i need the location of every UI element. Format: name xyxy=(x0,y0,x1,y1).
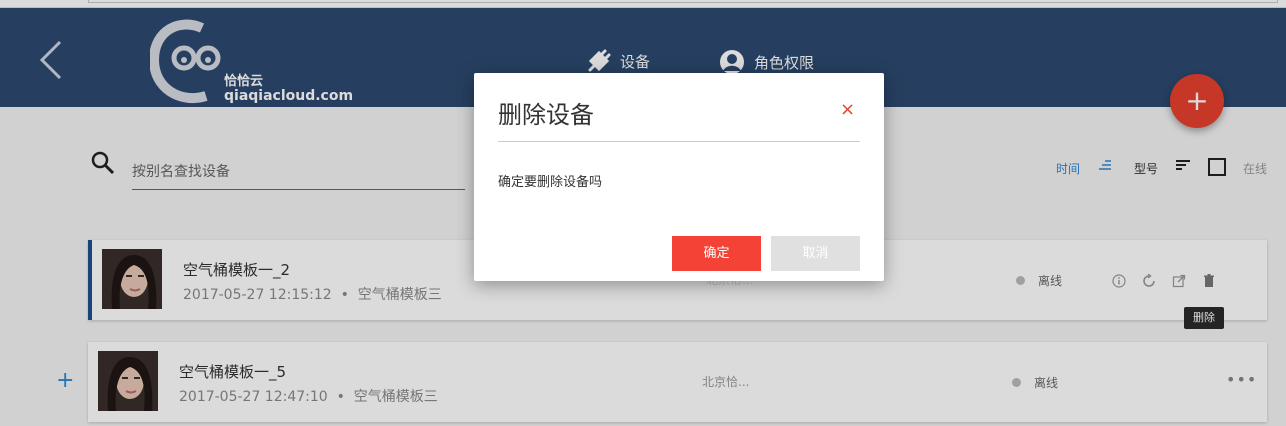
dialog-title: 删除设备 xyxy=(498,101,594,129)
dialog-message: 确定要删除设备吗 xyxy=(498,175,603,190)
delete-device-dialog: 删除设备 × 确定要删除设备吗 确定 取消 xyxy=(474,73,884,281)
dialog-divider xyxy=(498,141,860,142)
close-icon[interactable]: × xyxy=(840,99,855,120)
confirm-button[interactable]: 确定 xyxy=(672,236,761,271)
cancel-button[interactable]: 取消 xyxy=(771,236,860,271)
